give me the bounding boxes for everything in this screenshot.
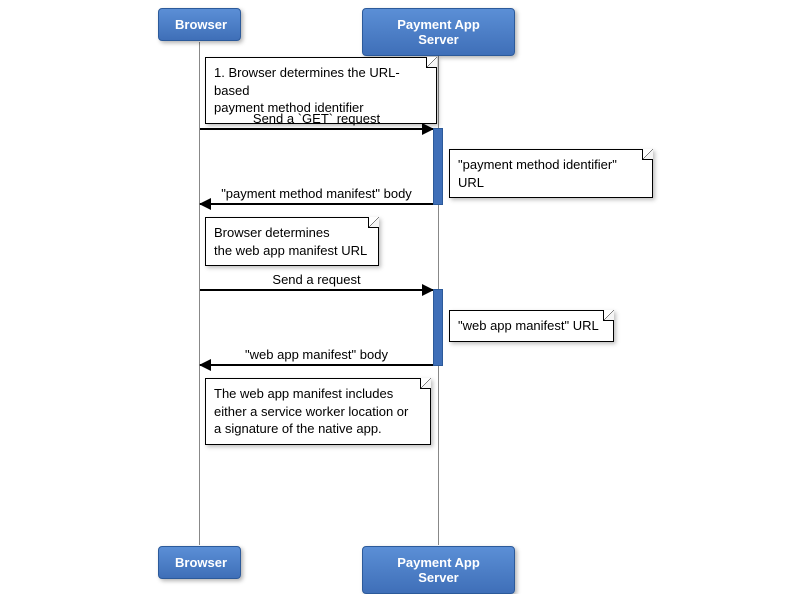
participant-label: Payment App Server [397,17,480,47]
note-determine-webapp-url: Browser determines the web app manifest … [205,217,379,266]
arrow-left-icon [199,359,211,371]
message-label: "payment method manifest" body [200,186,433,201]
note-method-identifier-url: "payment method identifier" URL [449,149,653,198]
note-webapp-manifest-includes: The web app manifest includes either a s… [205,378,431,445]
note-text: The web app manifest includes either a s… [214,386,408,436]
note-text: "web app manifest" URL [458,318,599,333]
participant-label: Browser [175,17,227,32]
activation-bar-2 [433,289,443,366]
message-label: "web app manifest" body [200,347,433,362]
message-send-request: Send a request [200,289,433,290]
message-get-request: Send a `GET` request [200,128,433,129]
message-webapp-body: "web app manifest" body [200,364,433,365]
note-text: Browser determines the web app manifest … [214,225,367,258]
message-label: Send a `GET` request [200,111,433,126]
arrow-left-icon [199,198,211,210]
message-label: Send a request [200,272,433,287]
participant-browser-bottom: Browser [158,546,241,579]
activation-bar-1 [433,128,443,205]
note-text: 1. Browser determines the URL-based paym… [214,65,400,115]
participant-server-top: Payment App Server [362,8,515,56]
message-manifest-body: "payment method manifest" body [200,203,433,204]
participant-label: Payment App Server [397,555,480,585]
note-text: "payment method identifier" URL [458,157,617,190]
participant-label: Browser [175,555,227,570]
note-webapp-manifest-url: "web app manifest" URL [449,310,614,342]
participant-browser-top: Browser [158,8,241,41]
